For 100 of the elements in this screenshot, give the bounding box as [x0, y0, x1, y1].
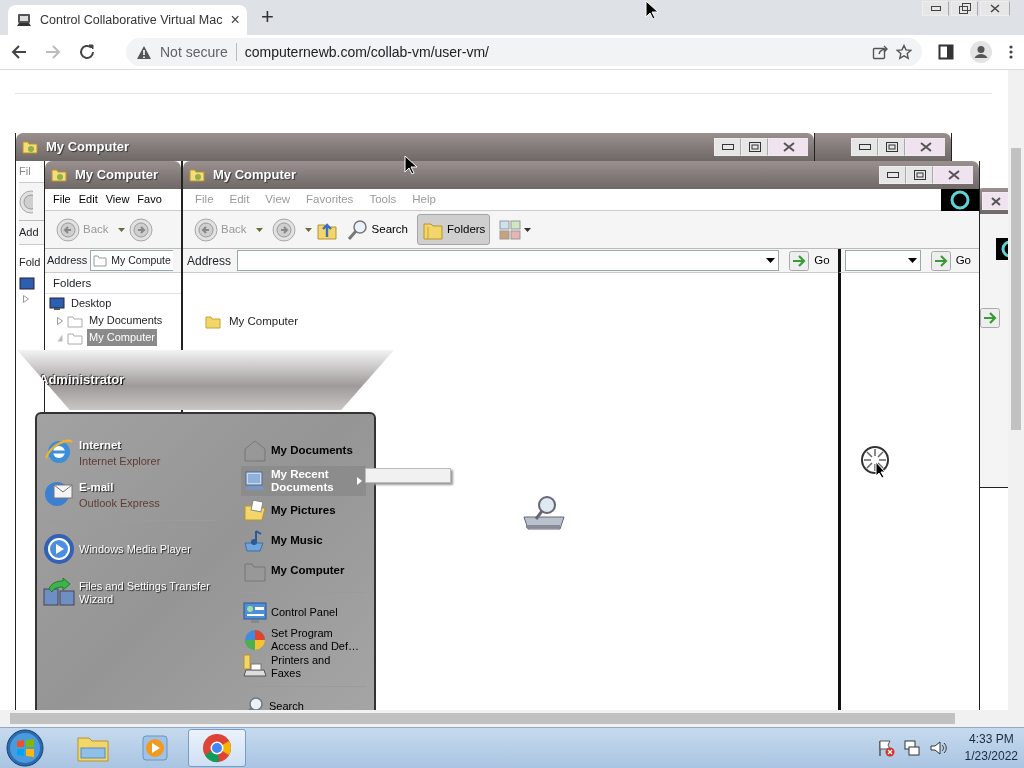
program-subtitle[interactable]: Internet Explorer — [79, 454, 161, 467]
maximize-icon — [913, 170, 926, 180]
url-text[interactable]: computernewb.com/collab-vm/user-vm/ — [244, 41, 864, 63]
window-title: My Computer — [46, 138, 130, 157]
warning-icon — [136, 44, 152, 60]
maximize-button[interactable] — [878, 138, 905, 156]
dropdown-arrow-icon — [766, 258, 776, 263]
horizontal-scrollbar[interactable] — [0, 710, 1024, 727]
windows-orb-icon[interactable] — [6, 729, 44, 767]
desktop-icon — [19, 277, 35, 291]
tab-close-button[interactable]: × — [230, 12, 240, 28]
close-button[interactable] — [933, 166, 973, 184]
play-icon — [43, 533, 75, 565]
folder-icon — [205, 314, 221, 329]
menu-item[interactable]: My Documents — [241, 436, 366, 466]
minimize-icon — [886, 172, 899, 178]
computer-icon — [243, 469, 267, 493]
folder-item[interactable]: My Computer — [229, 313, 299, 331]
music-note-icon — [243, 529, 267, 553]
window-title: My Computer — [213, 166, 297, 185]
folder-icon — [51, 167, 67, 183]
transfer-arrow-icon — [43, 577, 75, 609]
maximize-icon — [748, 142, 761, 152]
computer-icon — [16, 12, 32, 28]
desktop-icon — [49, 296, 65, 311]
close-button[interactable] — [768, 138, 808, 156]
minimize-button[interactable] — [851, 138, 878, 156]
back-icon[interactable] — [10, 43, 28, 61]
folder-outline-icon — [243, 439, 267, 463]
search-button[interactable]: Search — [341, 214, 413, 245]
go-arrow-icon — [980, 308, 1000, 328]
menu-item[interactable]: File — [49, 191, 75, 208]
close-button[interactable] — [982, 192, 1008, 210]
profile-icon[interactable] — [970, 41, 992, 63]
browser-tab[interactable]: Control Collaborative Virtual Mac × — [8, 5, 247, 35]
new-tab-button[interactable]: + — [261, 6, 274, 28]
share-icon[interactable] — [872, 44, 888, 60]
folder-outline-icon — [93, 254, 108, 267]
address-field[interactable] — [237, 250, 780, 271]
menu-item[interactable]: Favo — [133, 191, 166, 208]
reload-icon[interactable] — [78, 43, 96, 61]
expander-icon — [23, 295, 29, 303]
minimize-icon — [858, 144, 871, 150]
security-label[interactable]: Not secure — [160, 41, 228, 63]
pointer-cursor-icon — [645, 0, 659, 20]
menu-item[interactable]: Printers and Faxes — [241, 653, 366, 680]
minimize-button[interactable] — [922, 1, 949, 16]
menu-item[interactable]: View — [101, 191, 134, 208]
address-label: Address — [187, 252, 232, 270]
folder-outline-icon — [67, 330, 83, 345]
menu-icon[interactable] — [1008, 44, 1014, 60]
minimize-icon — [930, 6, 941, 11]
printer-icon — [243, 653, 267, 680]
close-icon — [782, 142, 795, 152]
program-subtitle[interactable]: Outlook Express — [79, 496, 160, 509]
menu-item[interactable]: Search — [241, 693, 366, 710]
caret-icon — [255, 227, 263, 232]
drive-icon — [520, 495, 568, 533]
folder-outline-icon — [67, 313, 83, 328]
close-button[interactable] — [905, 138, 945, 156]
search-icon — [346, 218, 369, 241]
menu-item[interactable]: Control Panel — [241, 599, 366, 626]
menu-item[interactable]: Fil — [19, 163, 31, 180]
taskbar-button[interactable] — [188, 729, 246, 767]
folders-button[interactable]: Folders — [417, 214, 491, 245]
user-name: Administrator — [39, 371, 125, 390]
dropdown-arrow-icon — [907, 258, 917, 263]
menu-item[interactable]: Edit — [74, 191, 102, 208]
minimize-button[interactable] — [714, 138, 741, 156]
close-button[interactable] — [980, 1, 1010, 16]
address-field[interactable]: My Compute — [90, 250, 173, 271]
address-field[interactable] — [844, 250, 921, 271]
network-icon[interactable] — [902, 739, 921, 757]
browser-icon — [202, 733, 232, 763]
minimize-button[interactable] — [879, 166, 906, 184]
caret-icon — [117, 227, 125, 232]
speaker-icon[interactable] — [928, 739, 947, 757]
submenu-arrow-icon — [357, 477, 362, 485]
vertical-scrollbar[interactable] — [1008, 70, 1024, 710]
caret-icon — [304, 227, 312, 232]
tree-item[interactable]: Desktop — [69, 295, 114, 312]
folders-label: Folders — [53, 277, 92, 289]
views-icon — [499, 219, 522, 240]
menu-item[interactable]: My Pictures — [241, 496, 366, 526]
maximize-button[interactable] — [906, 166, 933, 184]
control-panel-icon — [243, 601, 267, 624]
flag-icon[interactable] — [876, 739, 895, 757]
go-button[interactable]: Go — [785, 250, 834, 271]
tree-item[interactable]: My Documents — [87, 312, 165, 329]
star-icon[interactable] — [896, 44, 912, 60]
busy-cursor-icon — [860, 445, 892, 479]
maximize-button[interactable] — [741, 138, 768, 156]
side-panel-icon[interactable] — [938, 44, 954, 60]
menu-item[interactable]: Set Program Access and Def… — [241, 626, 366, 653]
restore-button[interactable] — [951, 1, 978, 16]
maximize-icon — [885, 142, 898, 152]
address-label: Add — [19, 225, 39, 241]
menu-item[interactable]: My Computer — [241, 556, 366, 586]
menu-item[interactable]: My Music — [241, 526, 366, 556]
folder-icon — [22, 139, 38, 155]
